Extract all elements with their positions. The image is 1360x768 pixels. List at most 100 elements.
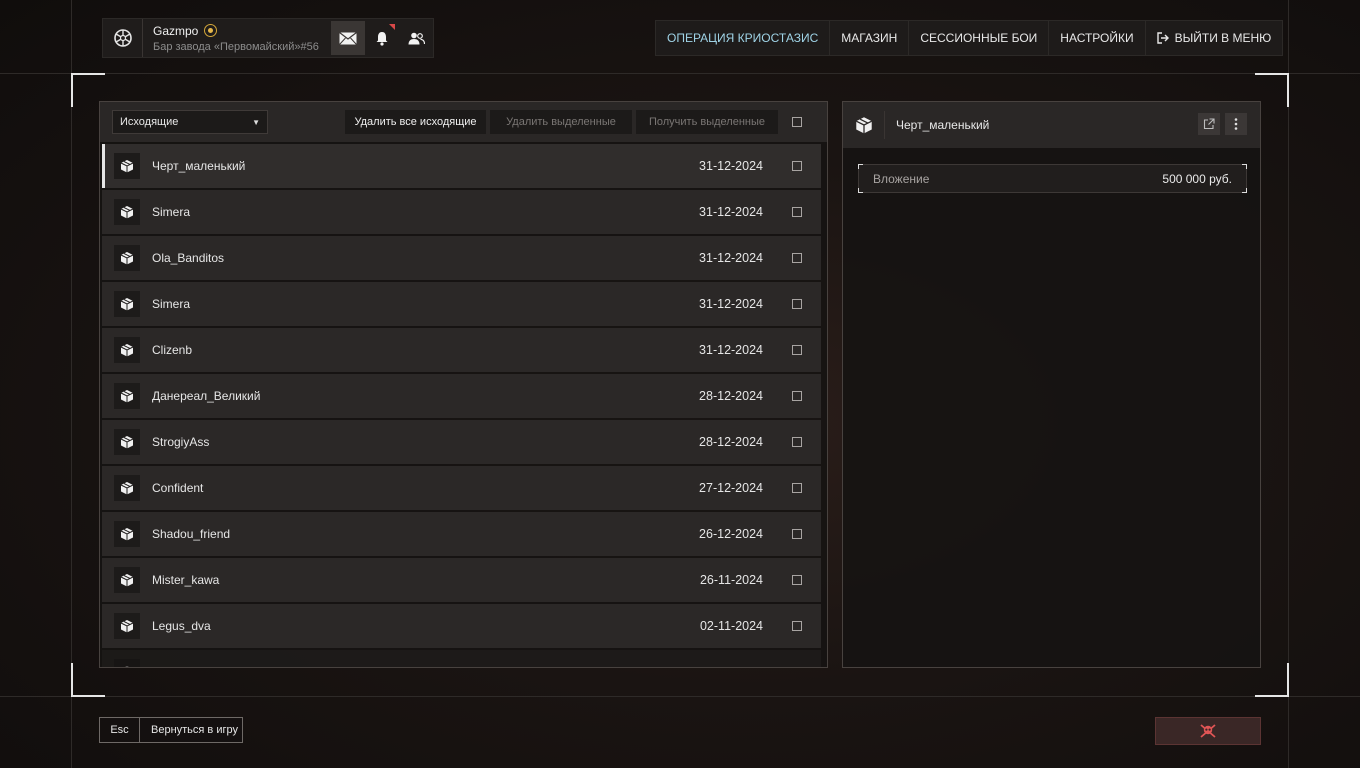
corner-marker: [858, 188, 863, 193]
frame-line: [0, 73, 1360, 74]
mail-date: 28-12-2024: [699, 435, 763, 449]
mail-date: 31-12-2024: [699, 297, 763, 311]
package-icon: [114, 291, 140, 317]
nav-label: НАСТРОЙКИ: [1060, 31, 1134, 45]
frame-line: [1288, 0, 1289, 768]
package-icon: [114, 199, 140, 225]
sender-name: Данереал_Великий: [152, 389, 261, 403]
bell-icon: [376, 31, 388, 46]
row-checkbox[interactable]: [792, 161, 802, 171]
corner-marker: [1242, 164, 1247, 169]
sender-name: Simera: [152, 297, 191, 311]
delete-selected-button[interactable]: Удалить выделенные: [490, 110, 632, 134]
mail-date: 31-12-2024: [699, 251, 763, 265]
mail-row[interactable]: Mister_kawa 26-11-2024: [102, 558, 821, 602]
row-checkbox[interactable]: [792, 299, 802, 309]
sender-name: Shadou_friend: [152, 527, 231, 541]
attachment-value: 500 000 руб.: [1162, 171, 1232, 186]
mail-row[interactable]: Confident 27-12-2024: [102, 466, 821, 510]
sender-name: Clizenb: [152, 343, 193, 357]
nav-shop[interactable]: МАГАЗИН: [830, 21, 910, 55]
frame-corner: [71, 663, 105, 697]
rank-badge-icon: [204, 24, 218, 37]
row-checkbox[interactable]: [792, 483, 802, 493]
receive-selected-button[interactable]: Получить выделенные: [636, 110, 778, 134]
mail-row[interactable]: StrogiyAss 28-12-2024: [102, 420, 821, 464]
username: Gazmpo: [153, 23, 199, 38]
package-icon: [114, 613, 140, 639]
nav-settings[interactable]: НАСТРОЙКИ: [1049, 21, 1146, 55]
mail-date: 28-12-2024: [699, 389, 763, 403]
return-to-game-button[interactable]: Esc Вернуться в игру: [99, 717, 243, 743]
package-icon: [114, 475, 140, 501]
kebab-menu-icon: [1234, 118, 1238, 130]
mail-date: 26-11-2024: [699, 573, 763, 587]
mail-filter-select[interactable]: Исходящие ▼: [112, 110, 268, 134]
row-checkbox[interactable]: [792, 253, 802, 263]
frame-line: [0, 696, 1360, 697]
notifications-button[interactable]: [365, 21, 399, 55]
skull-button[interactable]: [1155, 717, 1261, 745]
sender-name: Mister_kawa: [152, 573, 220, 587]
mail-row[interactable]: Черт_маленький 31-12-2024: [102, 144, 821, 188]
profile-bar: Gazmpo Бар завода «Первомайский»#56: [102, 18, 434, 58]
row-checkbox[interactable]: [792, 207, 802, 217]
delete-all-outgoing-button[interactable]: Удалить все исходящие: [345, 110, 486, 134]
mail-row[interactable]: Shadou_friend 26-12-2024: [102, 512, 821, 556]
mail-row[interactable]: Simera 31-12-2024: [102, 190, 821, 234]
package-icon: [114, 337, 140, 363]
external-link-icon: [1203, 118, 1215, 130]
open-external-button[interactable]: [1198, 113, 1220, 135]
nav-label: МАГАЗИН: [841, 31, 898, 45]
row-checkbox[interactable]: [792, 667, 802, 668]
mail-toolbar: Исходящие ▼ Удалить все исходящие Удалит…: [100, 102, 827, 142]
package-icon: [114, 245, 140, 271]
notification-indicator: [389, 24, 395, 30]
mail-detail-panel: Черт_маленький Вложение 500 000 руб.: [842, 101, 1261, 668]
faction-logo-icon: [103, 19, 143, 57]
main-nav: ОПЕРАЦИЯ КРИОСТАЗИС МАГАЗИН СЕССИОННЫЕ Б…: [655, 20, 1284, 56]
mail-list-panel: Исходящие ▼ Удалить все исходящие Удалит…: [99, 101, 828, 668]
select-all-checkbox[interactable]: [792, 117, 802, 127]
corner-marker: [1242, 188, 1247, 193]
attachment-label: Вложение: [873, 171, 930, 186]
package-icon: [843, 111, 885, 139]
sender-name: Confident: [152, 481, 204, 495]
nav-operation-cryostasis[interactable]: ОПЕРАЦИЯ КРИОСТАЗИС: [656, 21, 831, 55]
mail-row[interactable]: Simera 31-12-2024: [102, 282, 821, 326]
package-icon: [114, 521, 140, 547]
mail-row[interactable]: Данереал_Великий 28-12-2024: [102, 374, 821, 418]
row-checkbox[interactable]: [792, 529, 802, 539]
mail-date: 02-11-2024: [699, 619, 763, 633]
friends-button[interactable]: [399, 21, 433, 55]
package-icon: [114, 153, 140, 179]
row-checkbox[interactable]: [792, 575, 802, 585]
mail-row[interactable]: Ola_Banditos 31-12-2024: [102, 236, 821, 280]
profile-info: Gazmpo Бар завода «Первомайский»#56: [143, 24, 331, 53]
row-checkbox[interactable]: [792, 437, 802, 447]
mail-row[interactable]: Clizenb 31-12-2024: [102, 328, 821, 372]
mail-date: 31-12-2024: [699, 205, 763, 219]
package-icon: [114, 383, 140, 409]
mail-row[interactable]: Legus_dva 02-11-2024: [102, 604, 821, 648]
skull-icon: [1200, 724, 1216, 738]
return-label: Вернуться в игру: [151, 724, 238, 736]
chevron-down-icon: ▼: [252, 117, 260, 127]
select-value: Исходящие: [120, 116, 179, 128]
row-checkbox[interactable]: [792, 621, 802, 631]
attachment-row: Вложение 500 000 руб.: [858, 164, 1247, 193]
row-checkbox[interactable]: [792, 391, 802, 401]
sender-name: Legus_dva: [152, 619, 211, 633]
mail-rows: Черт_маленький 31-12-2024 Simera 31-12-2…: [102, 144, 821, 668]
nav-session-battles[interactable]: СЕССИОННЫЕ БОИ: [909, 21, 1050, 55]
sender-name: StrogiyAss: [152, 435, 210, 449]
detail-title: Черт_маленький: [896, 118, 990, 132]
sender-name: Ola_Banditos: [152, 251, 225, 265]
esc-key-label: Esc: [100, 718, 140, 742]
mail-row-partial[interactable]: [102, 650, 821, 668]
row-checkbox[interactable]: [792, 345, 802, 355]
package-icon: [114, 429, 140, 455]
nav-exit-to-menu[interactable]: ВЫЙТИ В МЕНЮ: [1146, 21, 1283, 55]
mail-button[interactable]: [331, 21, 365, 55]
more-options-button[interactable]: [1225, 113, 1247, 135]
